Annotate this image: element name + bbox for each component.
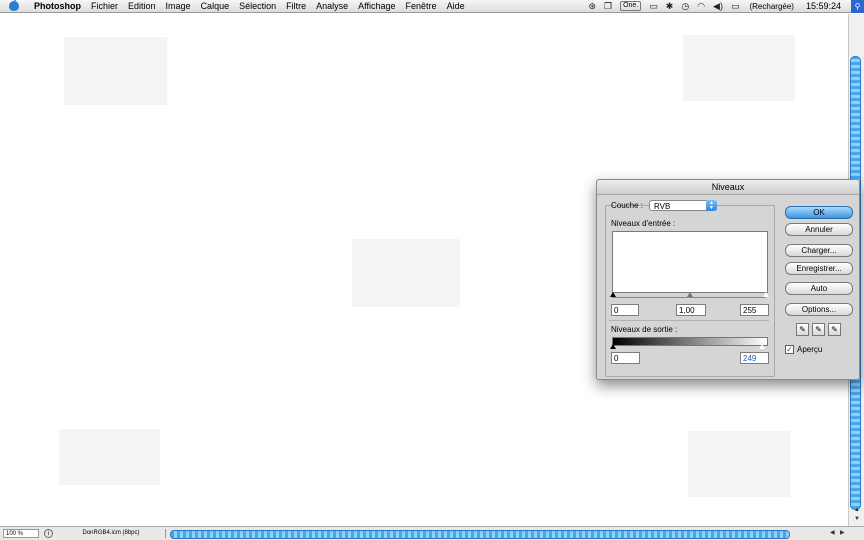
- canvas-swatch: [64, 37, 167, 105]
- sync-icon[interactable]: ⊛: [588, 0, 596, 13]
- input-white-field[interactable]: 255: [740, 304, 769, 316]
- preview-checkbox[interactable]: ✓: [785, 345, 794, 354]
- channel-select[interactable]: RVB ▲ ▼: [649, 200, 717, 211]
- status-box-one[interactable]: One.: [620, 1, 642, 11]
- battery-icon[interactable]: ▭: [731, 0, 740, 13]
- white-eyedropper-icon[interactable]: ✎: [828, 323, 841, 336]
- menu-bar: Photoshop Fichier Edition Image Calque S…: [0, 0, 864, 13]
- input-gamma-field[interactable]: 1,00: [676, 304, 706, 316]
- bluetooth-icon[interactable]: ✱: [666, 0, 674, 13]
- menu-calque[interactable]: Calque: [196, 0, 235, 13]
- apple-menu-icon[interactable]: [9, 0, 19, 11]
- menu-image[interactable]: Image: [161, 0, 196, 13]
- load-button[interactable]: Charger...: [785, 244, 853, 257]
- save-button[interactable]: Enregistrer...: [785, 262, 853, 275]
- input-black-field[interactable]: 0: [611, 304, 639, 316]
- horizontal-scroll-thumb[interactable]: [170, 530, 790, 539]
- scroll-up-arrow-icon[interactable]: ▲: [851, 507, 863, 516]
- menu-edition[interactable]: Edition: [123, 0, 161, 13]
- canvas-swatch: [688, 431, 790, 497]
- preview-label: Aperçu: [797, 345, 823, 354]
- auto-button[interactable]: Auto: [785, 282, 853, 295]
- volume-icon[interactable]: ◀): [713, 0, 723, 13]
- menu-affichage[interactable]: Affichage: [353, 0, 400, 13]
- channel-label: Couche :: [611, 201, 644, 210]
- gray-eyedropper-icon[interactable]: ✎: [812, 323, 825, 336]
- wifi-icon[interactable]: ◠: [697, 0, 705, 13]
- canvas-swatch: [683, 35, 795, 101]
- dialog-title: Niveaux: [597, 180, 859, 195]
- scroll-right-arrow-icon[interactable]: ▶: [840, 529, 845, 536]
- output-black-field[interactable]: 0: [611, 352, 640, 364]
- output-white-slider-icon[interactable]: [759, 344, 765, 349]
- menu-filtre[interactable]: Filtre: [281, 0, 311, 13]
- levels-dialog: Niveaux Couche : RVB ▲ ▼ Niveaux d'entrée…: [596, 179, 860, 380]
- output-levels-label: Niveaux de sortie :: [611, 325, 678, 334]
- document-profile-info[interactable]: DonRGB4.icm (8bpc): [57, 529, 166, 538]
- scroll-down-arrow-icon[interactable]: ▼: [851, 516, 863, 525]
- display-icon[interactable]: ▭: [649, 0, 658, 13]
- input-white-slider-icon[interactable]: [763, 292, 769, 297]
- black-eyedropper-icon[interactable]: ✎: [796, 323, 809, 336]
- document-status-bar: 100 % i DonRGB4.icm (8bpc) ◀ ▶: [0, 526, 864, 540]
- menu-fenetre[interactable]: Fenêtre: [401, 0, 442, 13]
- menu-app-photoshop[interactable]: Photoshop: [29, 0, 86, 13]
- ok-button[interactable]: OK: [785, 206, 853, 219]
- time-machine-icon[interactable]: ◷: [681, 0, 689, 13]
- select-arrows-icon: ▲ ▼: [706, 200, 717, 211]
- input-slider-track: [612, 297, 766, 298]
- input-levels-label: Niveaux d'entrée :: [611, 219, 676, 228]
- menu-clock[interactable]: 15:59:24: [806, 1, 841, 11]
- cancel-button[interactable]: Annuler: [785, 223, 853, 236]
- menu-analyse[interactable]: Analyse: [311, 0, 353, 13]
- scroll-left-arrow-icon[interactable]: ◀: [830, 529, 835, 536]
- spotlight-icon[interactable]: ⚲: [851, 0, 864, 13]
- canvas-swatch: [59, 429, 160, 485]
- battery-status[interactable]: (Rechargée): [749, 2, 793, 11]
- input-gamma-slider-icon[interactable]: [687, 292, 693, 297]
- canvas-swatch: [352, 239, 460, 307]
- menu-fichier[interactable]: Fichier: [86, 0, 123, 13]
- zoom-level-field[interactable]: 100 %: [3, 529, 39, 538]
- menu-aide[interactable]: Aide: [442, 0, 470, 13]
- channel-value: RVB: [654, 202, 671, 211]
- options-button[interactable]: Options...: [785, 303, 853, 316]
- windows-icon[interactable]: ❐: [604, 0, 612, 13]
- menu-selection[interactable]: Sélection: [234, 0, 281, 13]
- output-gradient-bar: [612, 337, 768, 346]
- menu-extras: ⊛ ❐ One. ▭ ✱ ◷ ◠ ◀) ▭ (Rechargée) 15:59:…: [584, 0, 864, 13]
- section-divider: [609, 320, 769, 321]
- output-white-field[interactable]: 249: [740, 352, 769, 364]
- histogram: [612, 231, 768, 293]
- output-black-slider-icon[interactable]: [610, 344, 616, 349]
- info-popup-icon[interactable]: i: [44, 529, 53, 538]
- input-black-slider-icon[interactable]: [610, 292, 616, 297]
